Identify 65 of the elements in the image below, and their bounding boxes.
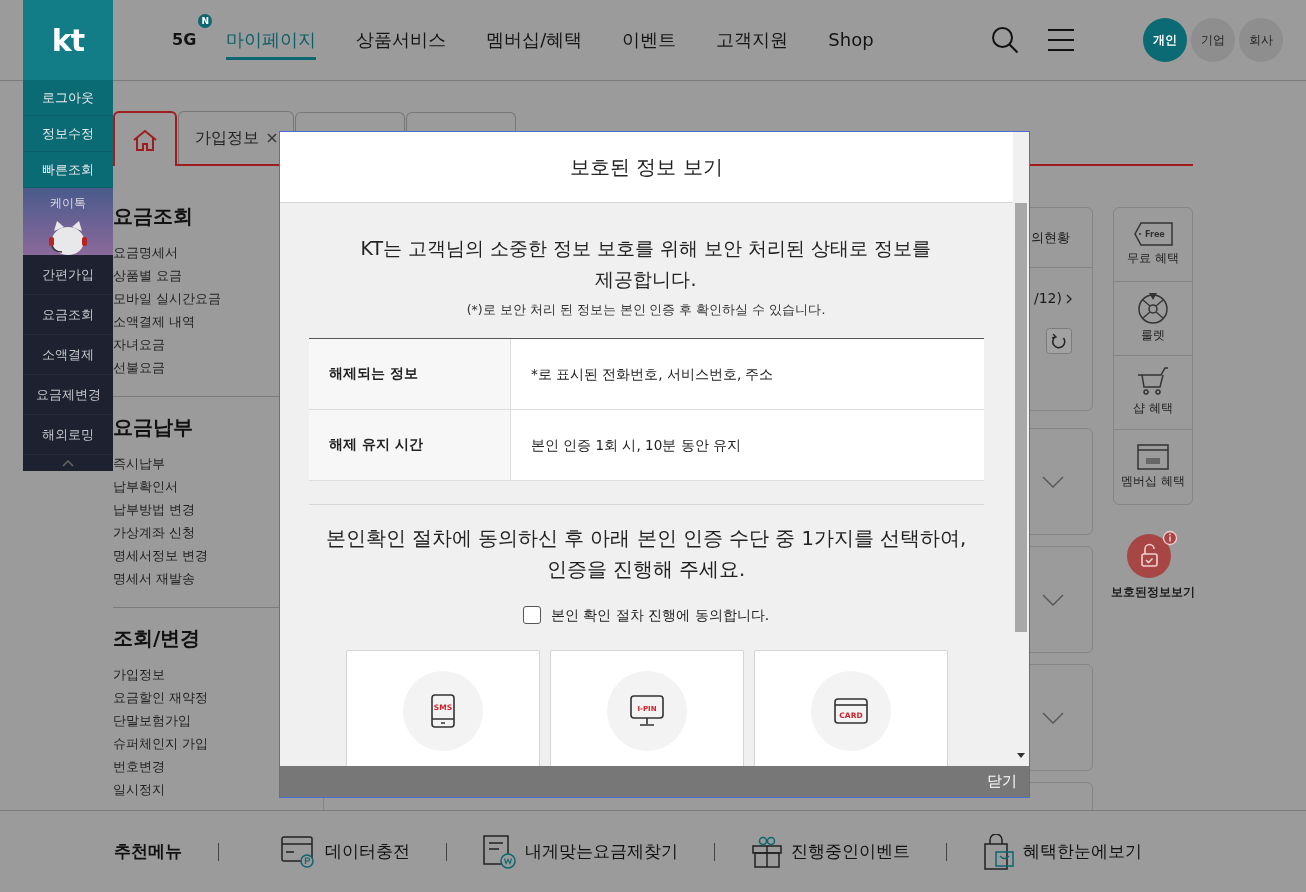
home-icon — [132, 128, 158, 151]
consent-label[interactable]: 본인 확인 절차 진행에 동의합니다. — [550, 604, 770, 626]
tab[interactable]: 가입정보 — [178, 111, 294, 164]
recommended-menu-link[interactable]: 진행중인이벤트 — [741, 835, 920, 868]
quick-link[interactable]: 로그아웃 — [23, 80, 113, 116]
shopping-bag-icon — [983, 833, 1015, 870]
refresh-icon[interactable] — [1046, 328, 1072, 354]
collapse-icon[interactable] — [62, 459, 74, 467]
quick-menu-item[interactable]: 소액결제 — [23, 335, 113, 375]
close-button[interactable]: 닫기 — [987, 770, 1017, 793]
cart-icon — [1137, 367, 1169, 398]
card-title: 의현황 — [1031, 228, 1070, 247]
quick-menu-item[interactable]: 요금조회 — [23, 295, 113, 335]
segment-button[interactable]: 회사 — [1239, 18, 1283, 62]
table-cell: 본인 인증 1회 시, 10분 동안 유지 — [511, 409, 984, 480]
chevron-icon — [1066, 293, 1072, 304]
menu-icon[interactable] — [1047, 28, 1075, 52]
data-card-icon — [281, 835, 317, 868]
kt-logo[interactable]: kt — [23, 0, 113, 80]
menu-heading: 요금납부 — [113, 414, 194, 441]
nav-link[interactable]: 이벤트 — [622, 20, 677, 60]
roulette-icon — [1137, 292, 1169, 325]
segment-button[interactable]: 기업 — [1191, 18, 1235, 62]
benefit-item[interactable]: 샵 혜택 — [1114, 356, 1192, 430]
benefit-item[interactable]: Free 무료 혜택 — [1114, 208, 1192, 282]
quick-link[interactable]: 정보수정 — [23, 116, 113, 152]
recommended-menu-link[interactable]: 혜택한눈에보기 — [973, 833, 1152, 870]
nav-link[interactable]: Shop — [828, 20, 874, 60]
quick-menu-item[interactable]: 해외로밍 — [23, 415, 113, 455]
quick-menu-item[interactable]: 요금제변경 — [23, 375, 113, 415]
table-cell: *로 표시된 전화번호, 서비스번호, 주소 — [511, 338, 984, 409]
recommended-menu-link[interactable]: 데이터충전 — [271, 835, 420, 868]
new-badge: N — [198, 14, 213, 28]
nav-link[interactable]: 5G — [172, 21, 197, 59]
home-tab[interactable] — [113, 111, 177, 166]
membership-card-icon — [1137, 443, 1169, 470]
gift-icon — [751, 835, 783, 868]
section-title: 추천메뉴 — [114, 839, 182, 863]
instruction-text: 본인확인 절차에 동의하신 후 아래 본인 인증 수단 중 1가지를 선택하여, 인증을 진행해 주세요. — [324, 525, 968, 583]
quick-menu-item[interactable]: 간편가입 — [23, 255, 113, 295]
search-icon[interactable] — [991, 26, 1019, 54]
quick-link[interactable]: 빠른조회 — [23, 152, 113, 188]
nav-link[interactable]: 고객지원 — [716, 20, 789, 60]
protected-info-button[interactable]: 보호된정보보기 — [1113, 530, 1193, 602]
document-icon — [483, 834, 517, 869]
modal-title: 보호된 정보 보기 — [280, 132, 1013, 203]
intro-text: KT는 고객님의 소중한 정보 보호를 위해 보안 처리된 상태로 정보를 제공합니다. — [359, 236, 933, 292]
menu-heading: 요금조회 — [113, 203, 194, 230]
unlock-icon — [1127, 530, 1179, 578]
chatbot-banner[interactable]: 케이톡 — [23, 188, 113, 255]
table-header-cell: 해제되는 정보 — [309, 338, 511, 409]
consent-checkbox[interactable] — [522, 606, 541, 625]
scroll-down-icon — [1017, 753, 1025, 758]
period-link[interactable]: /12) — [1034, 288, 1072, 309]
tag-icon: Free — [1133, 221, 1173, 248]
nav-link[interactable]: 멤버십/혜택 — [486, 20, 583, 60]
nav-link[interactable]: 상품서비스 — [356, 20, 447, 60]
benefit-item[interactable]: 멤버십 혜택 — [1114, 430, 1192, 504]
segment-button[interactable]: 개인 — [1143, 18, 1187, 62]
recommended-menu-link[interactable]: 내게맞는요금제찾기 — [473, 834, 688, 869]
table-header-cell: 해제 유지 시간 — [309, 409, 511, 480]
close-icon[interactable] — [267, 133, 277, 143]
note-text: (*)로 보안 처리 된 정보는 본인 인증 후 확인하실 수 있습니다. — [465, 301, 827, 319]
menu-heading: 조회/변경 — [113, 625, 202, 652]
benefit-item[interactable]: 룰렛 — [1114, 282, 1192, 356]
